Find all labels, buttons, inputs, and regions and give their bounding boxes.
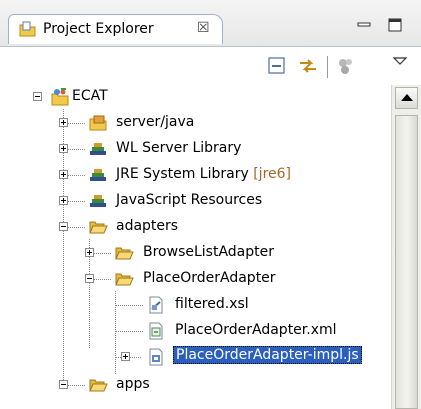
jre-version-decoration: [jre6] (253, 166, 292, 182)
tree-item-name: JRE System Library (116, 166, 249, 182)
project-tree: ECAT server/java WL Server Library JRE S… (0, 85, 391, 409)
tree-item-placeorderadapter-impl-js[interactable]: PlaceOrderAdapter-impl.js (0, 345, 391, 371)
view-tab-strip: Project Explorer ☒ (0, 0, 421, 47)
project-icon (51, 88, 69, 106)
tab-title: Project Explorer (43, 21, 154, 37)
tree-item-label: JRE System Library [jre6] (116, 166, 291, 182)
collapse-icon[interactable] (33, 92, 42, 101)
folder-open-icon (89, 379, 108, 392)
folder-open-icon (89, 221, 108, 234)
library-icon (90, 195, 106, 207)
scroll-thumb[interactable] (395, 115, 418, 409)
filters-icon[interactable] (335, 55, 357, 77)
toolbar-separator (327, 56, 328, 78)
project-explorer-icon (19, 21, 36, 37)
expand-icon[interactable] (59, 118, 68, 127)
expand-icon[interactable] (85, 248, 94, 257)
tree-item-adapters[interactable]: adapters (0, 215, 391, 241)
minimize-icon[interactable] (357, 18, 371, 32)
tree-item-label: BrowseListAdapter (143, 244, 274, 260)
expand-icon[interactable] (121, 352, 130, 361)
tree-item-label: server/java (116, 114, 195, 130)
js-file-icon (149, 348, 163, 366)
view-toolbar (0, 47, 421, 85)
collapse-all-icon[interactable] (266, 55, 288, 77)
close-icon[interactable]: ☒ (197, 20, 210, 36)
tree-item-label: apps (116, 376, 150, 392)
maximize-icon[interactable] (388, 18, 402, 32)
tree-item-label: adapters (116, 218, 179, 234)
expand-icon[interactable] (59, 144, 68, 153)
tree-item-label: ECAT (72, 88, 108, 104)
link-with-editor-icon[interactable] (297, 55, 319, 77)
collapse-icon[interactable] (59, 380, 68, 389)
xml-file-icon (149, 322, 163, 340)
vertical-scrollbar[interactable] (391, 85, 421, 409)
tree-item-server-java[interactable]: server/java (0, 111, 391, 137)
tab-project-explorer[interactable]: Project Explorer ☒ (8, 14, 223, 44)
tree-item-label: PlaceOrderAdapter.xml (175, 322, 337, 338)
source-folder-icon (89, 115, 107, 131)
tree-item-placeorderadapter-xml[interactable]: PlaceOrderAdapter.xml (0, 319, 391, 345)
tree-item-label: WL Server Library (116, 140, 242, 156)
tree-item-browselistadapter[interactable]: BrowseListAdapter (0, 241, 391, 267)
folder-open-icon (115, 273, 134, 286)
tree-item-ecat[interactable]: ECAT (0, 85, 391, 111)
collapse-icon[interactable] (85, 274, 94, 283)
folder-open-icon (115, 247, 134, 260)
tree-item-javascript-resources[interactable]: JavaScript Resources (0, 189, 391, 215)
library-icon (90, 169, 106, 181)
library-icon (90, 143, 106, 155)
tree-item-label: PlaceOrderAdapter-impl.js (173, 346, 362, 364)
xsl-file-icon (149, 296, 163, 314)
tree-item-wl-server-library[interactable]: WL Server Library (0, 137, 391, 163)
tree-connector (115, 331, 143, 333)
tree-item-jre-system-library[interactable]: JRE System Library [jre6] (0, 163, 391, 189)
collapse-icon[interactable] (59, 222, 68, 231)
tree-item-apps[interactable]: apps (0, 373, 391, 399)
tree-item-label: filtered.xsl (175, 296, 249, 312)
expand-icon[interactable] (59, 170, 68, 179)
tree-connector (115, 305, 143, 307)
view-menu-icon[interactable] (390, 51, 412, 73)
tree-item-label: PlaceOrderAdapter (143, 270, 276, 286)
tree-item-label: JavaScript Resources (116, 192, 263, 208)
scroll-up-button[interactable] (395, 87, 418, 109)
expand-icon[interactable] (59, 196, 68, 205)
tree-item-filtered-xsl[interactable]: filtered.xsl (0, 293, 391, 319)
tree-item-placeorderadapter[interactable]: PlaceOrderAdapter (0, 267, 391, 293)
